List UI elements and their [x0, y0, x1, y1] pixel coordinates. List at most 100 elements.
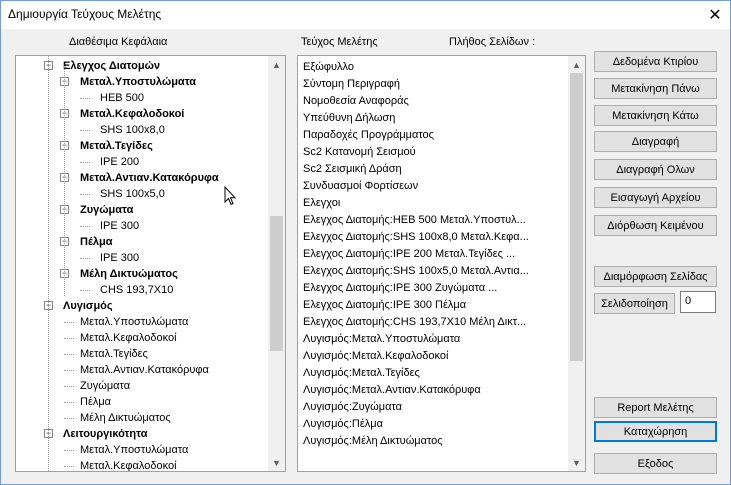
tree-node[interactable]: Μεταλ.Τεγίδες: [80, 138, 153, 154]
tree-connector: [64, 450, 74, 451]
list-item[interactable]: Λυγισμός:Ζυγώματα: [303, 399, 565, 416]
list-item[interactable]: Ελεγχος Διατομής:IPE 300 Πέλμα: [303, 297, 565, 314]
tree-node[interactable]: Μέλη Δικτυώματος: [80, 410, 171, 426]
list-item[interactable]: Ελεγχος Διατομής:HEB 500 Μεταλ.Υποστυλ..…: [303, 212, 565, 229]
pages-header: Πλήθος Σελίδων :: [449, 36, 536, 48]
tree-scrollbar[interactable]: ▲ ▼: [268, 56, 285, 471]
list-item[interactable]: Ελεγχος Διατομής:SHS 100x5,0 Μεταλ.Αντια…: [303, 263, 565, 280]
tree-header: Διαθέσιμα Κεφάλαια: [69, 36, 168, 48]
delete-all-button[interactable]: Διαγραφή Ολων: [594, 159, 717, 180]
tree-node[interactable]: SHS 100x5,0: [100, 186, 165, 202]
tree-connector: [64, 354, 74, 355]
tree-node[interactable]: Μεταλ.Υποστυλώματα: [80, 314, 188, 330]
list-header: Τεύχος Μελέτης: [301, 36, 378, 48]
pagination-button[interactable]: Σελιδοποίηση: [594, 293, 675, 314]
insert-file-button[interactable]: Εισαγωγή Αρχείου: [594, 187, 717, 208]
tree-scroll-thumb[interactable]: [270, 216, 283, 351]
pagination-input[interactable]: 0: [680, 291, 716, 313]
list-item[interactable]: Ελεγχοι: [303, 195, 565, 212]
tree-connector: [80, 194, 90, 195]
arrow-down-icon[interactable]: ▼: [568, 454, 585, 471]
tree-connector: [64, 402, 74, 403]
arrow-up-icon[interactable]: ▲: [268, 56, 285, 73]
tree-connector: [64, 418, 74, 419]
dialog-window: Δημιουργία Τεύχους Μελέτης ✕ Διαθέσιμα Κ…: [0, 0, 731, 485]
move-down-button[interactable]: Μετακίνηση Κάτω: [594, 105, 717, 126]
tree-connector: [80, 130, 90, 131]
arrow-up-icon[interactable]: ▲: [568, 56, 585, 73]
study-volume-list[interactable]: Εξώφυλλο Σύντομη Περιγραφή Νομοθεσία Αναφο…: [297, 55, 586, 472]
register-button[interactable]: Καταχώρηση: [594, 421, 717, 442]
tree-node[interactable]: Μεταλ.Υποστυλώματα: [80, 442, 188, 458]
tree-connector: [64, 322, 74, 323]
list-item[interactable]: Ελεγχος Διατομής:SHS 100x8,0 Μεταλ.Κεφα.…: [303, 229, 565, 246]
tree-connector: [80, 226, 90, 227]
list-item[interactable]: Λυγισμός:Μεταλ.Αντιαν.Κατακόρυφα: [303, 382, 565, 399]
tree-node[interactable]: Πέλμα: [80, 234, 113, 250]
tree-node[interactable]: Ζυγώματα: [80, 378, 130, 394]
list-item[interactable]: Λυγισμός:Μέλη Δικτυώματος: [303, 433, 565, 450]
tree-node[interactable]: HEB 500: [100, 90, 144, 106]
tree-connector: [80, 290, 90, 291]
delete-button[interactable]: Διαγραφή: [594, 131, 717, 152]
mouse-cursor-icon: [224, 186, 236, 206]
tree-node[interactable]: SHS 100x8,0: [100, 122, 165, 138]
tree-node[interactable]: Μεταλ.Κεφαλοδοκοί: [80, 330, 177, 346]
tree-connector: [80, 98, 90, 99]
tree-node[interactable]: Μεταλ.Τεγίδες: [80, 346, 148, 362]
list-item[interactable]: Εξώφυλλο: [303, 59, 565, 76]
arrow-down-icon[interactable]: ▼: [268, 454, 285, 471]
list-item[interactable]: Υπεύθυνη Δήλωση: [303, 110, 565, 127]
chapters-tree[interactable]: − Ελεγχος Διατομών − Μεταλ.Υποστυλώματα HEB …: [15, 55, 286, 472]
list-item[interactable]: Σύντομη Περιγραφή: [303, 76, 565, 93]
list-item[interactable]: Ελεγχος Διατομής:CHS 193,7X10 Μέλη Δικτ.…: [303, 314, 565, 331]
tree-items: − Ελεγχος Διατομών − Μεταλ.Υποστυλώματα HEB …: [16, 56, 269, 471]
list-item[interactable]: Παραδοχές Προγράμματος: [303, 127, 565, 144]
list-item[interactable]: Λυγισμός:Μεταλ.Υποστυλώματα: [303, 331, 565, 348]
tree-node[interactable]: CHS 193,7X10: [100, 282, 173, 298]
window-title: Δημιουργία Τεύχους Μελέτης: [8, 7, 162, 21]
list-item[interactable]: Λυγισμός:Μεταλ.Κεφαλοδοκοί: [303, 348, 565, 365]
tree-node[interactable]: Μεταλ.Κεφαλοδοκοί: [80, 458, 177, 471]
list-item[interactable]: Λυγισμός:Πέλμα: [303, 416, 565, 433]
tree-connector: [64, 386, 74, 387]
tree-guide-line: [64, 66, 65, 296]
tree-node[interactable]: Ελεγχος Διατομών: [63, 58, 160, 74]
list-items: Εξώφυλλο Σύντομη Περιγραφή Νομοθεσία Αναφο…: [298, 56, 568, 471]
title-bar: Δημιουργία Τεύχους Μελέτης ✕: [1, 1, 730, 29]
tree-node[interactable]: Μεταλ.Αντιαν.Κατακόρυφα: [80, 362, 209, 378]
building-data-button[interactable]: Δεδομένα Κτιρίου: [594, 51, 717, 72]
tree-node[interactable]: Μέλη Δικτυώματος: [80, 266, 178, 282]
tree-connector: [80, 258, 90, 259]
list-item[interactable]: Συνδυασμοί Φορτίσεων: [303, 178, 565, 195]
list-item[interactable]: Ελεγχος Διατομής:IPE 200 Μεταλ.Τεγίδες .…: [303, 246, 565, 263]
report-button[interactable]: Report Μελέτης: [594, 397, 717, 418]
tree-node[interactable]: IPE 200: [100, 154, 139, 170]
tree-node[interactable]: Μεταλ.Αντιαν.Κατακόρυφα: [80, 170, 219, 186]
tree-node[interactable]: IPE 300: [100, 250, 139, 266]
tree-node[interactable]: Πέλμα: [80, 394, 111, 410]
list-item[interactable]: Sc2 Κατανομή Σεισμού: [303, 144, 565, 161]
list-item[interactable]: Ελεγχος Διατομής:IPE 300 Ζυγώματα ...: [303, 280, 565, 297]
move-up-button[interactable]: Μετακίνηση Πάνω: [594, 78, 717, 99]
tree-node[interactable]: IPE 300: [100, 218, 139, 234]
tree-connector: [64, 466, 74, 467]
tree-node[interactable]: Λυγισμός: [63, 298, 113, 314]
exit-button[interactable]: Εξοδος: [594, 453, 717, 474]
tree-node[interactable]: Μεταλ.Κεφαλοδοκοί: [80, 106, 184, 122]
tree-guide-line: [48, 56, 49, 471]
tree-connector: [64, 338, 74, 339]
tree-connector: [64, 370, 74, 371]
tree-node[interactable]: Μεταλ.Υποστυλώματα: [80, 74, 196, 90]
close-icon[interactable]: ✕: [700, 1, 730, 29]
list-scroll-thumb[interactable]: [570, 73, 583, 361]
list-scrollbar[interactable]: ▲ ▼: [568, 56, 585, 471]
page-setup-button[interactable]: Διαμόρφωση Σελίδας: [594, 266, 717, 287]
tree-node[interactable]: Ζυγώματα: [80, 202, 133, 218]
edit-text-button[interactable]: Διόρθωση Κειμένου: [594, 215, 717, 236]
tree-node[interactable]: Λειτουργικότητα: [63, 426, 148, 442]
tree-connector: [80, 162, 90, 163]
list-item[interactable]: Νομοθεσία Αναφοράς: [303, 93, 565, 110]
list-item[interactable]: Sc2 Σεισμική Δράση: [303, 161, 565, 178]
list-item[interactable]: Λυγισμός:Μεταλ.Τεγίδες: [303, 365, 565, 382]
